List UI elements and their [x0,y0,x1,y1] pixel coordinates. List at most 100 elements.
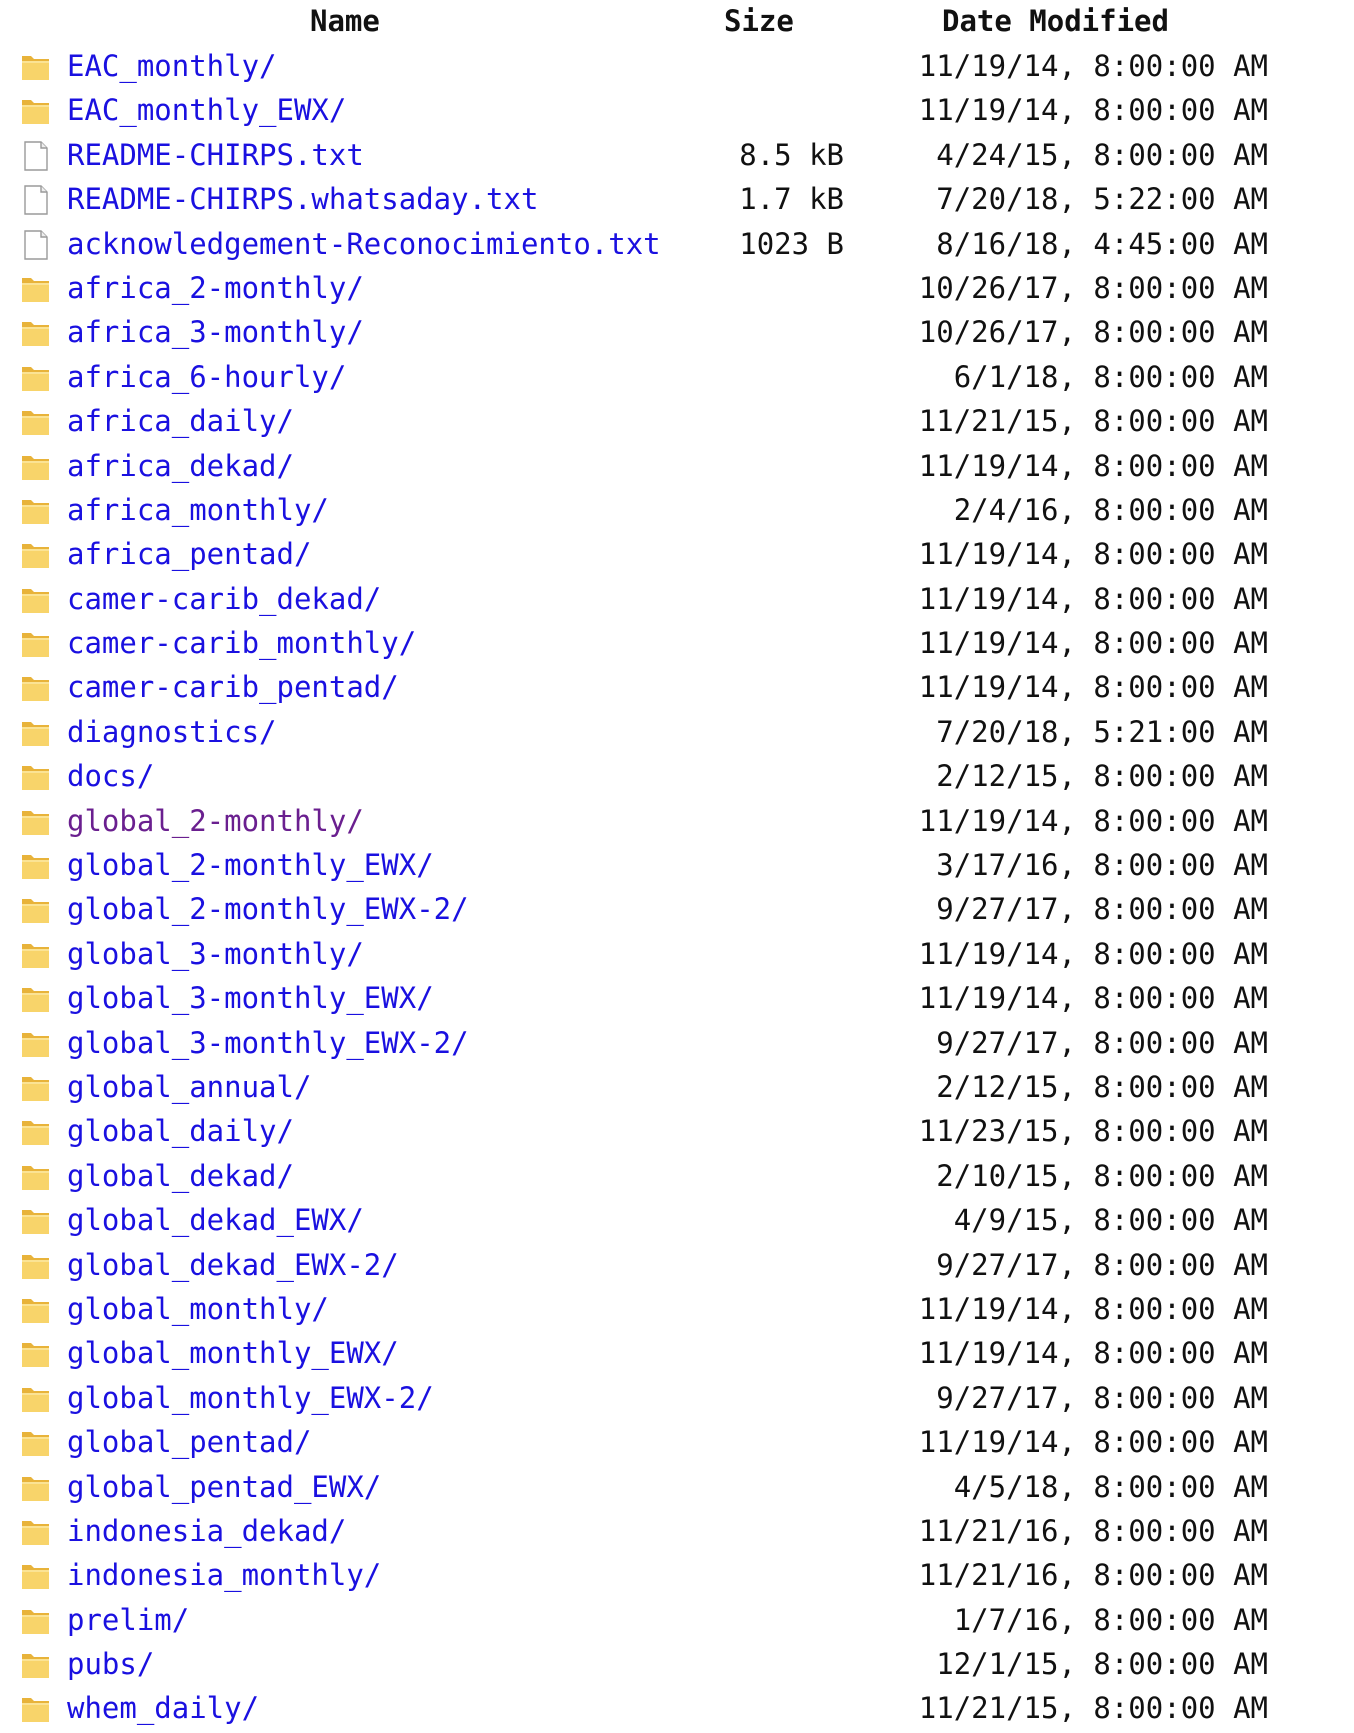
folder-icon [20,1694,52,1724]
folder-row: pubs/12/1/15, 8:00:00 AM [0,1644,1354,1688]
folder-link[interactable]: africa_monthly/ [67,493,329,527]
folder-link[interactable]: global_monthly_EWX/ [67,1336,399,1370]
folder-link[interactable]: global_2-monthly_EWX/ [67,848,434,882]
date-modified: 11/19/14, 8:00:00 AM [918,981,1268,1016]
folder-icon [20,1473,52,1503]
date-modified: 11/23/15, 8:00:00 AM [918,1114,1268,1149]
date-modified: 2/10/15, 8:00:00 AM [936,1158,1268,1193]
folder-icon [20,452,52,482]
file-link[interactable]: README-CHIRPS.txt [67,138,364,172]
folder-row: diagnostics/7/20/18, 5:21:00 AM [0,712,1354,756]
folder-link[interactable]: global_dekad/ [67,1159,294,1193]
folder-link[interactable]: camer-carib_pentad/ [67,670,399,704]
folder-link[interactable]: global_2-monthly/ [67,804,364,838]
folder-icon [20,762,52,792]
folder-icon [20,1606,52,1636]
folder-icon [20,984,52,1014]
folder-link[interactable]: global_monthly_EWX-2/ [67,1381,434,1415]
column-header-name[interactable]: Name [310,4,380,38]
folder-link[interactable]: global_annual/ [67,1070,311,1104]
folder-icon [20,1428,52,1458]
date-modified: 11/21/16, 8:00:00 AM [918,1513,1268,1548]
date-modified: 11/19/14, 8:00:00 AM [918,49,1268,83]
file-link[interactable]: README-CHIRPS.whatsaday.txt [67,182,538,216]
folder-link[interactable]: global_dekad_EWX/ [67,1203,364,1237]
file-size: 1023 B [739,226,844,261]
folder-row: global_monthly_EWX/11/19/14, 8:00:00 AM [0,1333,1354,1377]
folder-icon [20,496,52,526]
folder-link[interactable]: indonesia_dekad/ [67,1514,346,1548]
folder-row: africa_dekad/11/19/14, 8:00:00 AM [0,446,1354,490]
folder-link[interactable]: camer-carib_dekad/ [67,582,381,616]
folder-link[interactable]: indonesia_monthly/ [67,1558,381,1592]
folder-icon [20,585,52,615]
folder-link[interactable]: africa_pentad/ [67,537,311,571]
folder-icon [20,52,52,82]
folder-link[interactable]: docs/ [67,759,154,793]
folder-link[interactable]: camer-carib_monthly/ [67,626,416,660]
folder-row: global_2-monthly/11/19/14, 8:00:00 AM [0,801,1354,845]
folder-row: camer-carib_monthly/11/19/14, 8:00:00 AM [0,623,1354,667]
date-modified: 2/4/16, 8:00:00 AM [953,492,1268,527]
folder-link[interactable]: africa_3-monthly/ [67,315,364,349]
folder-link[interactable]: global_dekad_EWX-2/ [67,1248,399,1282]
folder-link[interactable]: global_monthly/ [67,1292,329,1326]
folder-link[interactable]: EAC_monthly/ [67,49,277,83]
folder-icon [20,807,52,837]
folder-link[interactable]: global_3-monthly/ [67,937,364,971]
date-modified: 6/1/18, 8:00:00 AM [953,359,1268,394]
folder-link[interactable]: prelim/ [67,1603,189,1637]
folder-icon [20,407,52,437]
folder-link[interactable]: africa_daily/ [67,404,294,438]
folder-icon [20,673,52,703]
folder-row: camer-carib_pentad/11/19/14, 8:00:00 AM [0,667,1354,711]
folder-link[interactable]: EAC_monthly_EWX/ [67,93,346,127]
file-row: acknowledgement-Reconocimiento.txt 1023 B… [0,224,1354,268]
file-icon [20,229,52,260]
folder-row: africa_2-monthly/10/26/17, 8:00:00 AM [0,268,1354,312]
folder-row: africa_6-hourly/6/1/18, 8:00:00 AM [0,357,1354,401]
folder-row: global_dekad_EWX/4/9/15, 8:00:00 AM [0,1200,1354,1244]
folder-row: EAC_monthly_EWX/11/19/14, 8:00:00 AM [0,90,1354,134]
date-modified: 11/21/16, 8:00:00 AM [918,1558,1268,1593]
folder-link[interactable]: africa_6-hourly/ [67,360,346,394]
folder-link[interactable]: global_3-monthly_EWX-2/ [67,1026,469,1060]
date-modified: 10/26/17, 8:00:00 AM [918,270,1268,305]
folder-row: africa_monthly/2/4/16, 8:00:00 AM [0,490,1354,534]
folder-link[interactable]: global_pentad_EWX/ [67,1470,381,1504]
folder-link[interactable]: diagnostics/ [67,715,277,749]
folder-row: global_annual/2/12/15, 8:00:00 AM [0,1067,1354,1111]
date-modified: 9/27/17, 8:00:00 AM [936,1247,1268,1282]
date-modified: 11/19/14, 8:00:00 AM [918,803,1268,838]
folder-row: global_3-monthly_EWX-2/9/27/17, 8:00:00 … [0,1023,1354,1067]
folder-icon [20,940,52,970]
file-icon [20,185,52,215]
date-modified: 11/19/14, 8:00:00 AM [918,936,1268,971]
folder-row: prelim/1/7/16, 8:00:00 AM [0,1600,1354,1644]
date-modified: 11/21/15, 8:00:00 AM [918,1691,1268,1726]
folder-icon [20,1384,52,1414]
file-icon [20,141,52,171]
folder-row: global_dekad_EWX-2/9/27/17, 8:00:00 AM [0,1245,1354,1289]
column-header-date[interactable]: Date Modified [942,4,1169,38]
folder-link[interactable]: global_2-monthly_EWX-2/ [67,892,469,926]
file-link[interactable]: acknowledgement-Reconocimiento.txt [67,227,661,261]
date-modified: 11/19/14, 8:00:00 AM [918,448,1268,483]
folder-row: global_pentad/11/19/14, 8:00:00 AM [0,1422,1354,1466]
folder-link[interactable]: global_daily/ [67,1114,294,1148]
folder-row: global_3-monthly_EWX/11/19/14, 8:00:00 A… [0,978,1354,1022]
folder-link[interactable]: global_3-monthly_EWX/ [67,981,434,1015]
column-header-size[interactable]: Size [724,4,794,38]
folder-link[interactable]: whem_daily/ [67,1691,259,1725]
folder-link[interactable]: global_pentad/ [67,1425,311,1459]
folder-row: global_monthly_EWX-2/9/27/17, 8:00:00 AM [0,1378,1354,1422]
date-modified: 9/27/17, 8:00:00 AM [936,1380,1268,1415]
file-row: README-CHIRPS.txt 8.5 kB 4/24/15, 8:00:00 … [0,135,1354,179]
folder-icon [20,718,52,748]
folder-link[interactable]: africa_dekad/ [67,449,294,483]
date-modified: 9/27/17, 8:00:00 AM [936,892,1268,927]
folder-link[interactable]: africa_2-monthly/ [67,271,364,305]
date-modified: 11/19/14, 8:00:00 AM [918,1291,1268,1326]
folder-link[interactable]: pubs/ [67,1647,154,1681]
folder-row: africa_daily/11/21/15, 8:00:00 AM [0,401,1354,445]
